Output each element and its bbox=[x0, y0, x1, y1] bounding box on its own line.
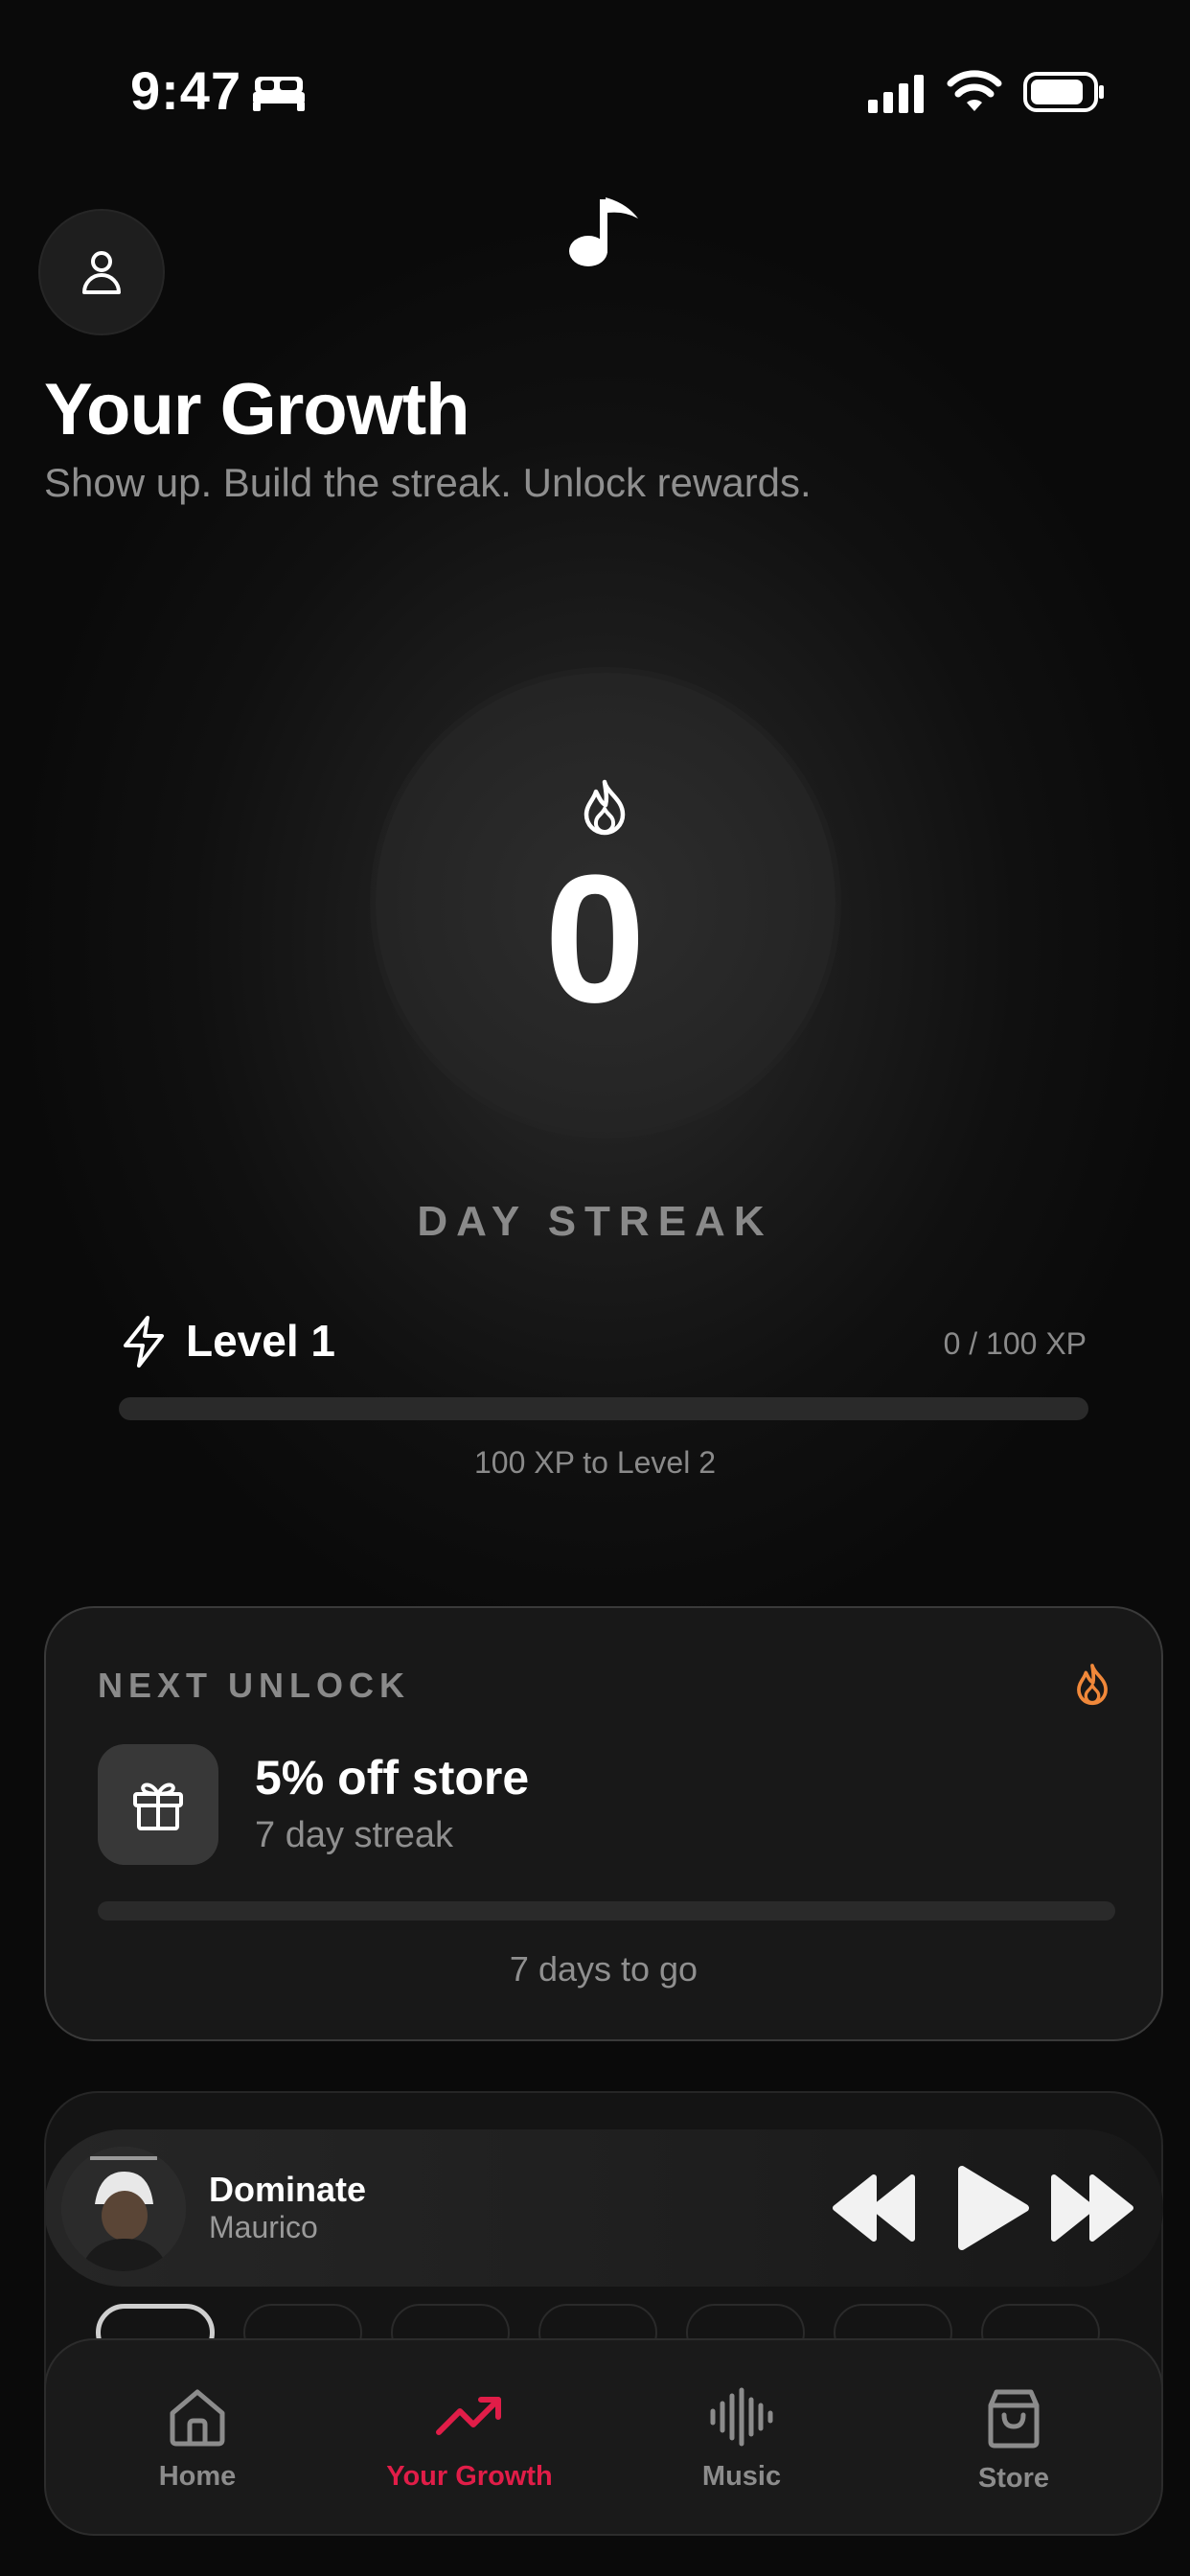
tab-home[interactable]: Home bbox=[92, 2386, 303, 2493]
tab-music[interactable]: Music bbox=[636, 2386, 847, 2493]
level-progress-bar bbox=[119, 1397, 1088, 1420]
status-time: 9:47 bbox=[130, 60, 242, 121]
tab-bar: Home Your Growth Music Store bbox=[44, 2338, 1163, 2536]
level-label: Level 1 bbox=[186, 1316, 335, 1366]
mini-player[interactable]: Dominate Maurico bbox=[44, 2129, 1163, 2287]
wifi-icon bbox=[947, 70, 1002, 111]
xp-readout: 0 / 100 XP bbox=[943, 1326, 1087, 1361]
music-note-icon bbox=[569, 197, 638, 266]
page-title: Your Growth bbox=[44, 369, 470, 450]
cellular-signal-icon bbox=[868, 75, 924, 113]
chip-row bbox=[96, 2304, 1111, 2361]
reward-title: 5% off store bbox=[255, 1751, 530, 1805]
next-unlock-heading: NEXT UNLOCK bbox=[98, 1666, 410, 1705]
tab-label: Your Growth bbox=[386, 2461, 553, 2492]
page-subtitle: Show up. Build the streak. Unlock reward… bbox=[44, 460, 812, 505]
unlock-progress-bar bbox=[98, 1901, 1115, 1920]
unlock-hint: 7 days to go bbox=[509, 1949, 698, 1989]
tab-label: Music bbox=[701, 2461, 782, 2492]
tab-your-growth[interactable]: Your Growth bbox=[364, 2386, 575, 2493]
track-artist: Maurico bbox=[209, 2210, 318, 2244]
fast-forward-icon[interactable] bbox=[1048, 2170, 1136, 2246]
bed-icon bbox=[253, 77, 305, 111]
next-unlock-card[interactable]: NEXT UNLOCK 5% off store 7 day streak 7 … bbox=[44, 1606, 1163, 2041]
album-art[interactable] bbox=[61, 2147, 186, 2271]
tab-label: Home bbox=[158, 2461, 237, 2492]
waveform-icon bbox=[710, 2387, 773, 2447]
flame-icon bbox=[584, 779, 626, 836]
tab-label: Store bbox=[977, 2463, 1050, 2494]
tab-store[interactable]: Store bbox=[908, 2386, 1119, 2495]
track-title: Dominate bbox=[209, 2170, 367, 2209]
profile-button[interactable] bbox=[38, 209, 165, 335]
streak-count: 0 bbox=[544, 838, 646, 1041]
home-icon bbox=[170, 2389, 225, 2447]
gift-tile bbox=[98, 1744, 218, 1865]
user-icon bbox=[82, 251, 121, 294]
streak-label: DAY STREAK bbox=[417, 1198, 773, 1245]
lightning-bolt-icon bbox=[124, 1316, 164, 1368]
reward-requirement: 7 day streak bbox=[255, 1815, 453, 1855]
battery-icon bbox=[1023, 72, 1104, 112]
play-icon[interactable] bbox=[954, 2164, 1031, 2252]
rewind-icon[interactable] bbox=[830, 2170, 918, 2246]
trending-up-icon bbox=[436, 2397, 501, 2435]
artist-photo bbox=[61, 2147, 186, 2271]
growth-screen: 9:47 Your Growth Show up. Build the stre… bbox=[0, 0, 1190, 2576]
flame-icon bbox=[1077, 1664, 1108, 1706]
shopping-bag-icon bbox=[988, 2389, 1040, 2449]
level-hint: 100 XP to Level 2 bbox=[473, 1445, 717, 1480]
gift-icon bbox=[133, 1782, 183, 1830]
